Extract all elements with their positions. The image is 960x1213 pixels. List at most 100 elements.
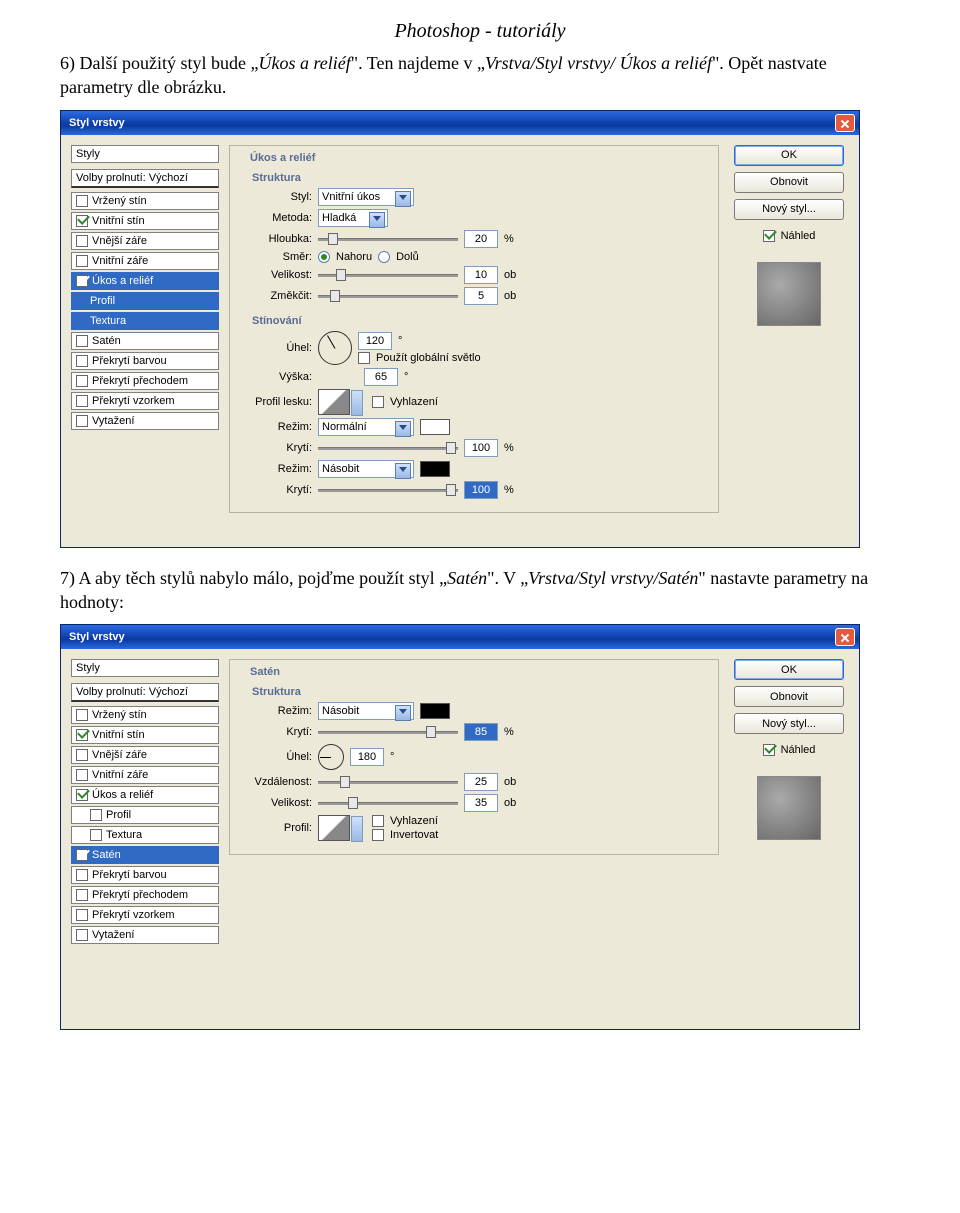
angle-input[interactable]: 180 (350, 748, 384, 766)
titlebar[interactable]: Styl vrstvy (61, 111, 859, 135)
sidebar-item-inner-glow[interactable]: Vnitřní záře (71, 766, 219, 784)
satin-group: Satén Struktura Režim: Násobit Krytí: 85… (229, 659, 719, 855)
paragraph-6: 6) Další použitý styl bude „Úkos a relié… (60, 51, 900, 100)
gloss-contour[interactable] (318, 389, 350, 415)
highlight-color-swatch[interactable] (420, 419, 450, 435)
reset-button[interactable]: Obnovit (734, 172, 844, 193)
sidebar-item-bevel[interactable]: Úkos a reliéf (71, 786, 219, 804)
shadow-opacity-slider[interactable] (318, 483, 458, 497)
opacity-input[interactable]: 85 (464, 723, 498, 741)
global-light-checkbox[interactable] (358, 352, 370, 364)
sidebar-item-drop-shadow[interactable]: Vržený stín (71, 706, 219, 724)
bevel-group-title: Úkos a reliéf (246, 152, 319, 164)
distance-input[interactable]: 25 (464, 773, 498, 791)
close-icon[interactable] (835, 628, 855, 646)
sidebar-item-bevel[interactable]: Úkos a reliéf (71, 272, 219, 290)
angle-label: Úhel: (240, 751, 312, 763)
preview-label: Náhled (781, 230, 816, 242)
mode-select[interactable]: Násobit (318, 702, 414, 720)
size-input[interactable]: 35 (464, 794, 498, 812)
shadow-opacity-input[interactable]: 100 (464, 481, 498, 499)
direction-down-label: Dolů (396, 251, 419, 263)
highlight-opacity-slider[interactable] (318, 441, 458, 455)
sidebar-item-inner-shadow[interactable]: Vnitřní stín (71, 212, 219, 230)
highlight-opacity-input[interactable]: 100 (464, 439, 498, 457)
invert-checkbox[interactable] (372, 829, 384, 841)
blend-options[interactable]: Volby prolnutí: Výchozí (71, 169, 219, 188)
preview-checkbox[interactable] (763, 744, 775, 756)
sidebar-header[interactable]: Styly (71, 145, 219, 163)
sidebar-item-inner-shadow[interactable]: Vnitřní stín (71, 726, 219, 744)
antialias-checkbox[interactable] (372, 815, 384, 827)
reset-button[interactable]: Obnovit (734, 686, 844, 707)
sidebar-item-gradient-overlay[interactable]: Překrytí přechodem (71, 886, 219, 904)
shading-title: Stínování (252, 315, 708, 327)
opacity-slider[interactable] (318, 725, 458, 739)
depth-slider[interactable] (318, 232, 458, 246)
sidebar-item-pattern-overlay[interactable]: Překrytí vzorkem (71, 906, 219, 924)
ok-button[interactable]: OK (734, 145, 844, 166)
style-select[interactable]: Vnitřní úkos (318, 188, 414, 206)
soften-input[interactable]: 5 (464, 287, 498, 305)
direction-down-radio[interactable] (378, 251, 390, 263)
titlebar[interactable]: Styl vrstvy (61, 625, 859, 649)
sidebar-item-satin[interactable]: Satén (71, 846, 219, 864)
direction-up-label: Nahoru (336, 251, 372, 263)
size-slider[interactable] (318, 268, 458, 282)
sidebar-item-outer-glow[interactable]: Vnější záře (71, 746, 219, 764)
sidebar-item-drop-shadow[interactable]: Vržený stín (71, 192, 219, 210)
technique-select[interactable]: Hladká (318, 209, 388, 227)
preview-checkbox[interactable] (763, 230, 775, 242)
sidebar-item-contour[interactable]: Profil (71, 292, 219, 310)
direction-up-radio[interactable] (318, 251, 330, 263)
sidebar-item-color-overlay[interactable]: Překrytí barvou (71, 352, 219, 370)
new-style-button[interactable]: Nový styl... (734, 199, 844, 220)
highlight-mode-select[interactable]: Normální (318, 418, 414, 436)
depth-input[interactable]: 20 (464, 230, 498, 248)
size-input[interactable]: 10 (464, 266, 498, 284)
angle-dial[interactable] (318, 744, 344, 770)
structure-title: Struktura (252, 686, 708, 698)
soften-slider[interactable] (318, 289, 458, 303)
sidebar-item-gradient-overlay[interactable]: Překrytí přechodem (71, 372, 219, 390)
opacity-unit: % (504, 726, 514, 738)
depth-unit: % (504, 233, 514, 245)
antialias-checkbox[interactable] (372, 396, 384, 408)
sidebar-item-stroke[interactable]: Vytažení (71, 926, 219, 944)
structure-title: Struktura (252, 172, 708, 184)
contour-picker[interactable] (318, 815, 350, 841)
dialog-title: Styl vrstvy (69, 117, 835, 129)
angle-dial[interactable] (318, 331, 352, 365)
shadow-mode-label: Režim: (240, 463, 312, 475)
technique-label: Metoda: (240, 212, 312, 224)
close-icon[interactable] (835, 114, 855, 132)
sidebar-item-outer-glow[interactable]: Vnější záře (71, 232, 219, 250)
sidebar-item-contour[interactable]: Profil (71, 806, 219, 824)
ok-button[interactable]: OK (734, 659, 844, 680)
altitude-input[interactable]: 65 (364, 368, 398, 386)
right-column: OK Obnovit Nový styl... Náhled (729, 145, 849, 326)
sidebar-item-inner-glow[interactable]: Vnitřní záře (71, 252, 219, 270)
antialias-label: Vyhlazení (390, 815, 438, 827)
distance-slider[interactable] (318, 775, 458, 789)
angle-input[interactable]: 120 (358, 332, 392, 350)
sidebar-item-satin[interactable]: Satén (71, 332, 219, 350)
invert-label: Invertovat (390, 829, 438, 841)
satin-color-swatch[interactable] (420, 703, 450, 719)
sidebar-header[interactable]: Styly (71, 659, 219, 677)
size-label: Velikost: (240, 269, 312, 281)
sidebar-item-texture[interactable]: Textura (71, 312, 219, 330)
size-unit: ob (504, 269, 516, 281)
size-slider[interactable] (318, 796, 458, 810)
sidebar-item-texture[interactable]: Textura (71, 826, 219, 844)
layer-style-dialog-bevel: Styl vrstvy Styly Volby prolnutí: Výchoz… (60, 110, 860, 548)
size-unit: ob (504, 797, 516, 809)
shadow-color-swatch[interactable] (420, 461, 450, 477)
sidebar-item-color-overlay[interactable]: Překrytí barvou (71, 866, 219, 884)
new-style-button[interactable]: Nový styl... (734, 713, 844, 734)
shadow-mode-select[interactable]: Násobit (318, 460, 414, 478)
style-label: Styl: (240, 191, 312, 203)
sidebar-item-stroke[interactable]: Vytažení (71, 412, 219, 430)
blend-options[interactable]: Volby prolnutí: Výchozí (71, 683, 219, 702)
sidebar-item-pattern-overlay[interactable]: Překrytí vzorkem (71, 392, 219, 410)
